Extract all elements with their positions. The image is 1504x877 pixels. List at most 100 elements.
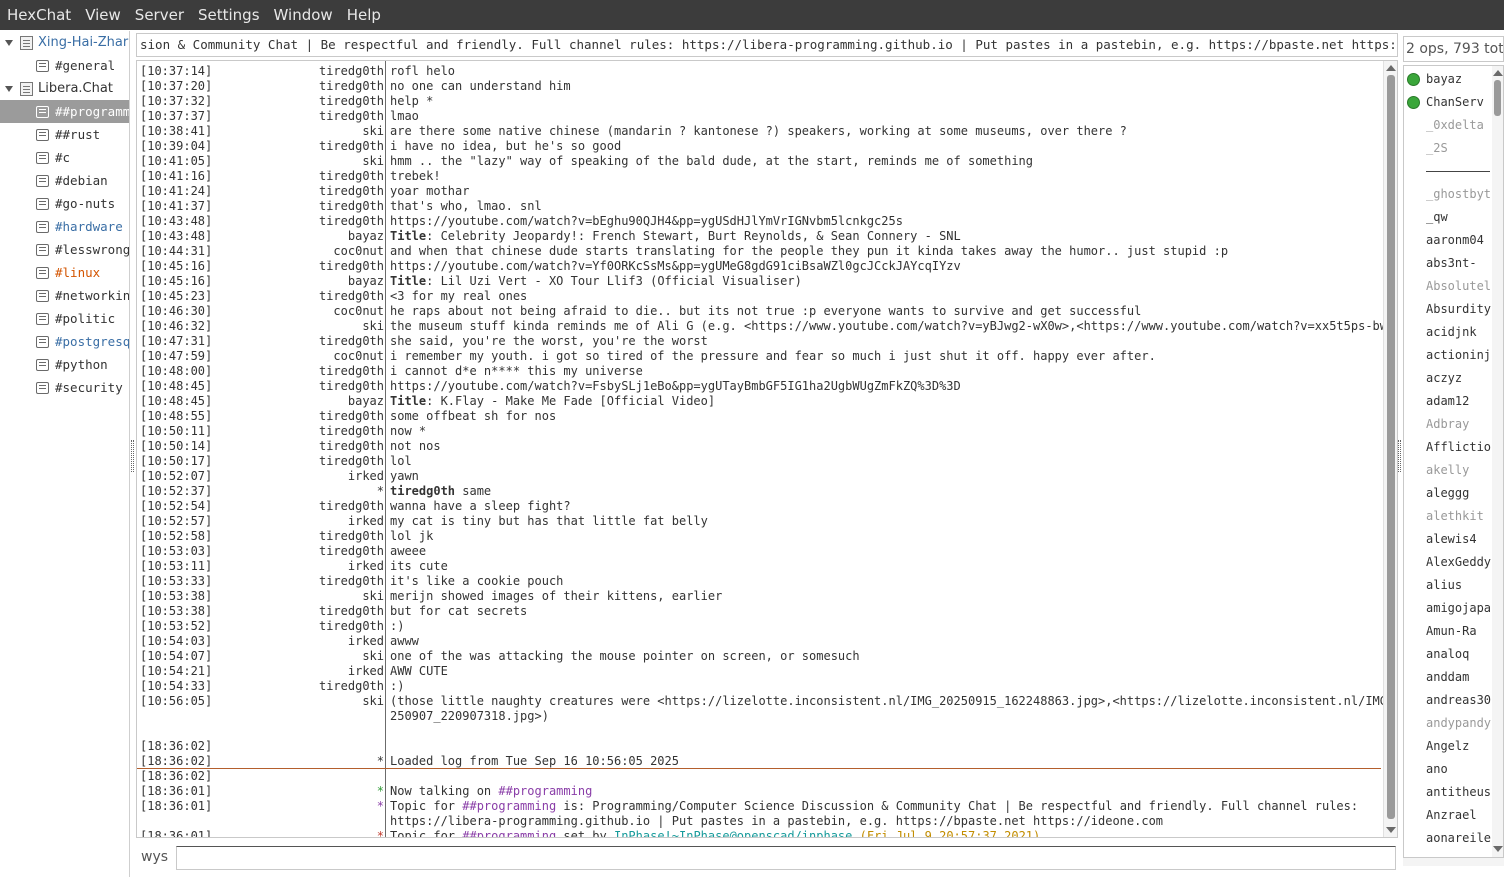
nick[interactable]: irked [348, 664, 384, 679]
user-entry[interactable]: Angelz [1404, 735, 1492, 758]
expander-icon[interactable] [4, 84, 14, 94]
nick[interactable]: bayaz [348, 274, 384, 289]
channel-row[interactable]: #go-nuts [0, 192, 129, 215]
user-entry[interactable]: Absurdity [1404, 298, 1492, 321]
user-entry[interactable]: alethkit [1404, 505, 1492, 528]
nick[interactable]: tiredg0th [319, 184, 384, 199]
nick[interactable]: tiredg0th [319, 424, 384, 439]
user-entry[interactable]: AlexGeddy [1404, 551, 1492, 574]
user-entry[interactable]: alewis4 [1404, 528, 1492, 551]
channel-row[interactable]: #postgresq [0, 330, 129, 353]
nick[interactable]: tiredg0th [319, 79, 384, 94]
user-entry[interactable]: andypandy [1404, 712, 1492, 735]
nick[interactable]: tiredg0th [319, 364, 384, 379]
user-entry[interactable]: aleggg [1404, 482, 1492, 505]
nick[interactable]: tiredg0th [319, 259, 384, 274]
channel-row[interactable]: #general [0, 54, 129, 77]
nick[interactable]: tiredg0th [319, 94, 384, 109]
userlist-hscrollbar[interactable] [1403, 858, 1504, 866]
nick[interactable]: coc0nut [333, 349, 384, 364]
user-entry[interactable]: _2S [1404, 137, 1492, 160]
channel-row[interactable]: #python [0, 353, 129, 376]
user-entry[interactable]: acidjnk [1404, 321, 1492, 344]
scroll-up-arrow[interactable] [1386, 65, 1396, 71]
nick[interactable]: tiredg0th [319, 109, 384, 124]
user-entry[interactable]: amigojapa [1404, 597, 1492, 620]
user-entry[interactable]: andreas30 [1404, 689, 1492, 712]
channel-row[interactable]: #security [0, 376, 129, 399]
user-entry[interactable]: actioninj [1404, 344, 1492, 367]
channel-link[interactable]: ##programming [462, 799, 556, 813]
user-entry[interactable]: abs3nt- [1404, 252, 1492, 275]
nick[interactable]: * [377, 754, 384, 769]
server-row[interactable]: Xing-Hai-Zhar [0, 31, 129, 54]
message-input[interactable] [176, 846, 1396, 870]
user-entry[interactable]: aaronm04 [1404, 229, 1492, 252]
nick[interactable]: tiredg0th [319, 499, 384, 514]
nick[interactable]: tiredg0th [319, 169, 384, 184]
chat-scrollbar[interactable] [1383, 61, 1397, 837]
nick[interactable]: tiredg0th [319, 454, 384, 469]
user-entry[interactable]: alius [1404, 574, 1492, 597]
nick[interactable]: tiredg0th [319, 439, 384, 454]
user-entry[interactable]: analoq [1404, 643, 1492, 666]
menu-window[interactable]: Window [267, 0, 340, 30]
nick[interactable]: tiredg0th [319, 544, 384, 559]
user-entry[interactable]: ano [1404, 758, 1492, 781]
nick[interactable]: irked [348, 514, 384, 529]
menu-help[interactable]: Help [340, 0, 388, 30]
chat-scroll-thumb[interactable] [1387, 75, 1395, 819]
channel-row[interactable]: #politic [0, 307, 129, 330]
nick[interactable]: tiredg0th [319, 379, 384, 394]
channel-row[interactable]: #linux [0, 261, 129, 284]
channel-row[interactable]: #hardware [0, 215, 129, 238]
user-entry[interactable]: bayaz [1404, 68, 1492, 91]
menu-server[interactable]: Server [128, 0, 191, 30]
pane-handle-right[interactable] [1398, 440, 1401, 472]
nick[interactable]: * [377, 484, 384, 499]
nick[interactable]: tiredg0th [319, 139, 384, 154]
nick[interactable]: * [377, 829, 384, 837]
nick[interactable]: tiredg0th [319, 679, 384, 694]
menu-hexchat[interactable]: HexChat [0, 0, 78, 30]
channel-row[interactable]: #networkin [0, 284, 129, 307]
user-entry[interactable]: _ghostbyt [1404, 183, 1492, 206]
nick[interactable]: coc0nut [333, 244, 384, 259]
user-entry[interactable]: Adbray [1404, 413, 1492, 436]
nick[interactable]: tiredg0th [319, 214, 384, 229]
nick[interactable]: bayaz [348, 394, 384, 409]
nick[interactable]: * [377, 799, 384, 814]
menu-settings[interactable]: Settings [191, 0, 267, 30]
userlist-scroll-thumb[interactable] [1494, 80, 1501, 116]
nick[interactable]: tiredg0th [319, 409, 384, 424]
user-entry[interactable]: antitheus [1404, 781, 1492, 804]
user-entry[interactable]: ChanServ [1404, 91, 1492, 114]
user-entry[interactable]: aczyz [1404, 367, 1492, 390]
nick[interactable]: tiredg0th [319, 529, 384, 544]
nick[interactable]: irked [348, 559, 384, 574]
topic-bar[interactable]: sion & Community Chat | Be respectful an… [136, 33, 1398, 57]
nick[interactable]: tiredg0th [319, 604, 384, 619]
channel-link[interactable]: ##programming [498, 784, 592, 798]
nick[interactable]: tiredg0th [319, 199, 384, 214]
nick[interactable]: tiredg0th [319, 619, 384, 634]
user-entry[interactable]: _0xdelta [1404, 114, 1492, 137]
nick[interactable]: tiredg0th [319, 334, 384, 349]
channel-link[interactable]: ##programming [462, 829, 556, 837]
expander-icon[interactable] [4, 38, 14, 48]
nick[interactable]: ski [362, 154, 384, 169]
chat-buffer[interactable]: [10:37:14] tiredg0th rofl helo [10:37:20] ti… [136, 60, 1398, 838]
channel-row[interactable]: ##programm [0, 100, 129, 123]
user-entry[interactable]: Afflictio [1404, 436, 1492, 459]
nick[interactable]: tiredg0th [319, 574, 384, 589]
nick[interactable]: ski [362, 124, 384, 139]
nick[interactable]: ski [362, 694, 384, 709]
userlist-scrollbar[interactable] [1492, 66, 1503, 857]
user-entry[interactable]: aonareile [1404, 827, 1492, 850]
channel-row[interactable]: #lesswrong [0, 238, 129, 261]
pane-handle-left[interactable] [131, 440, 134, 472]
nick[interactable]: bayaz [348, 229, 384, 244]
user-entry[interactable]: Anzrael [1404, 804, 1492, 827]
channel-row[interactable]: ##rust [0, 123, 129, 146]
user-entry[interactable]: adam12 [1404, 390, 1492, 413]
